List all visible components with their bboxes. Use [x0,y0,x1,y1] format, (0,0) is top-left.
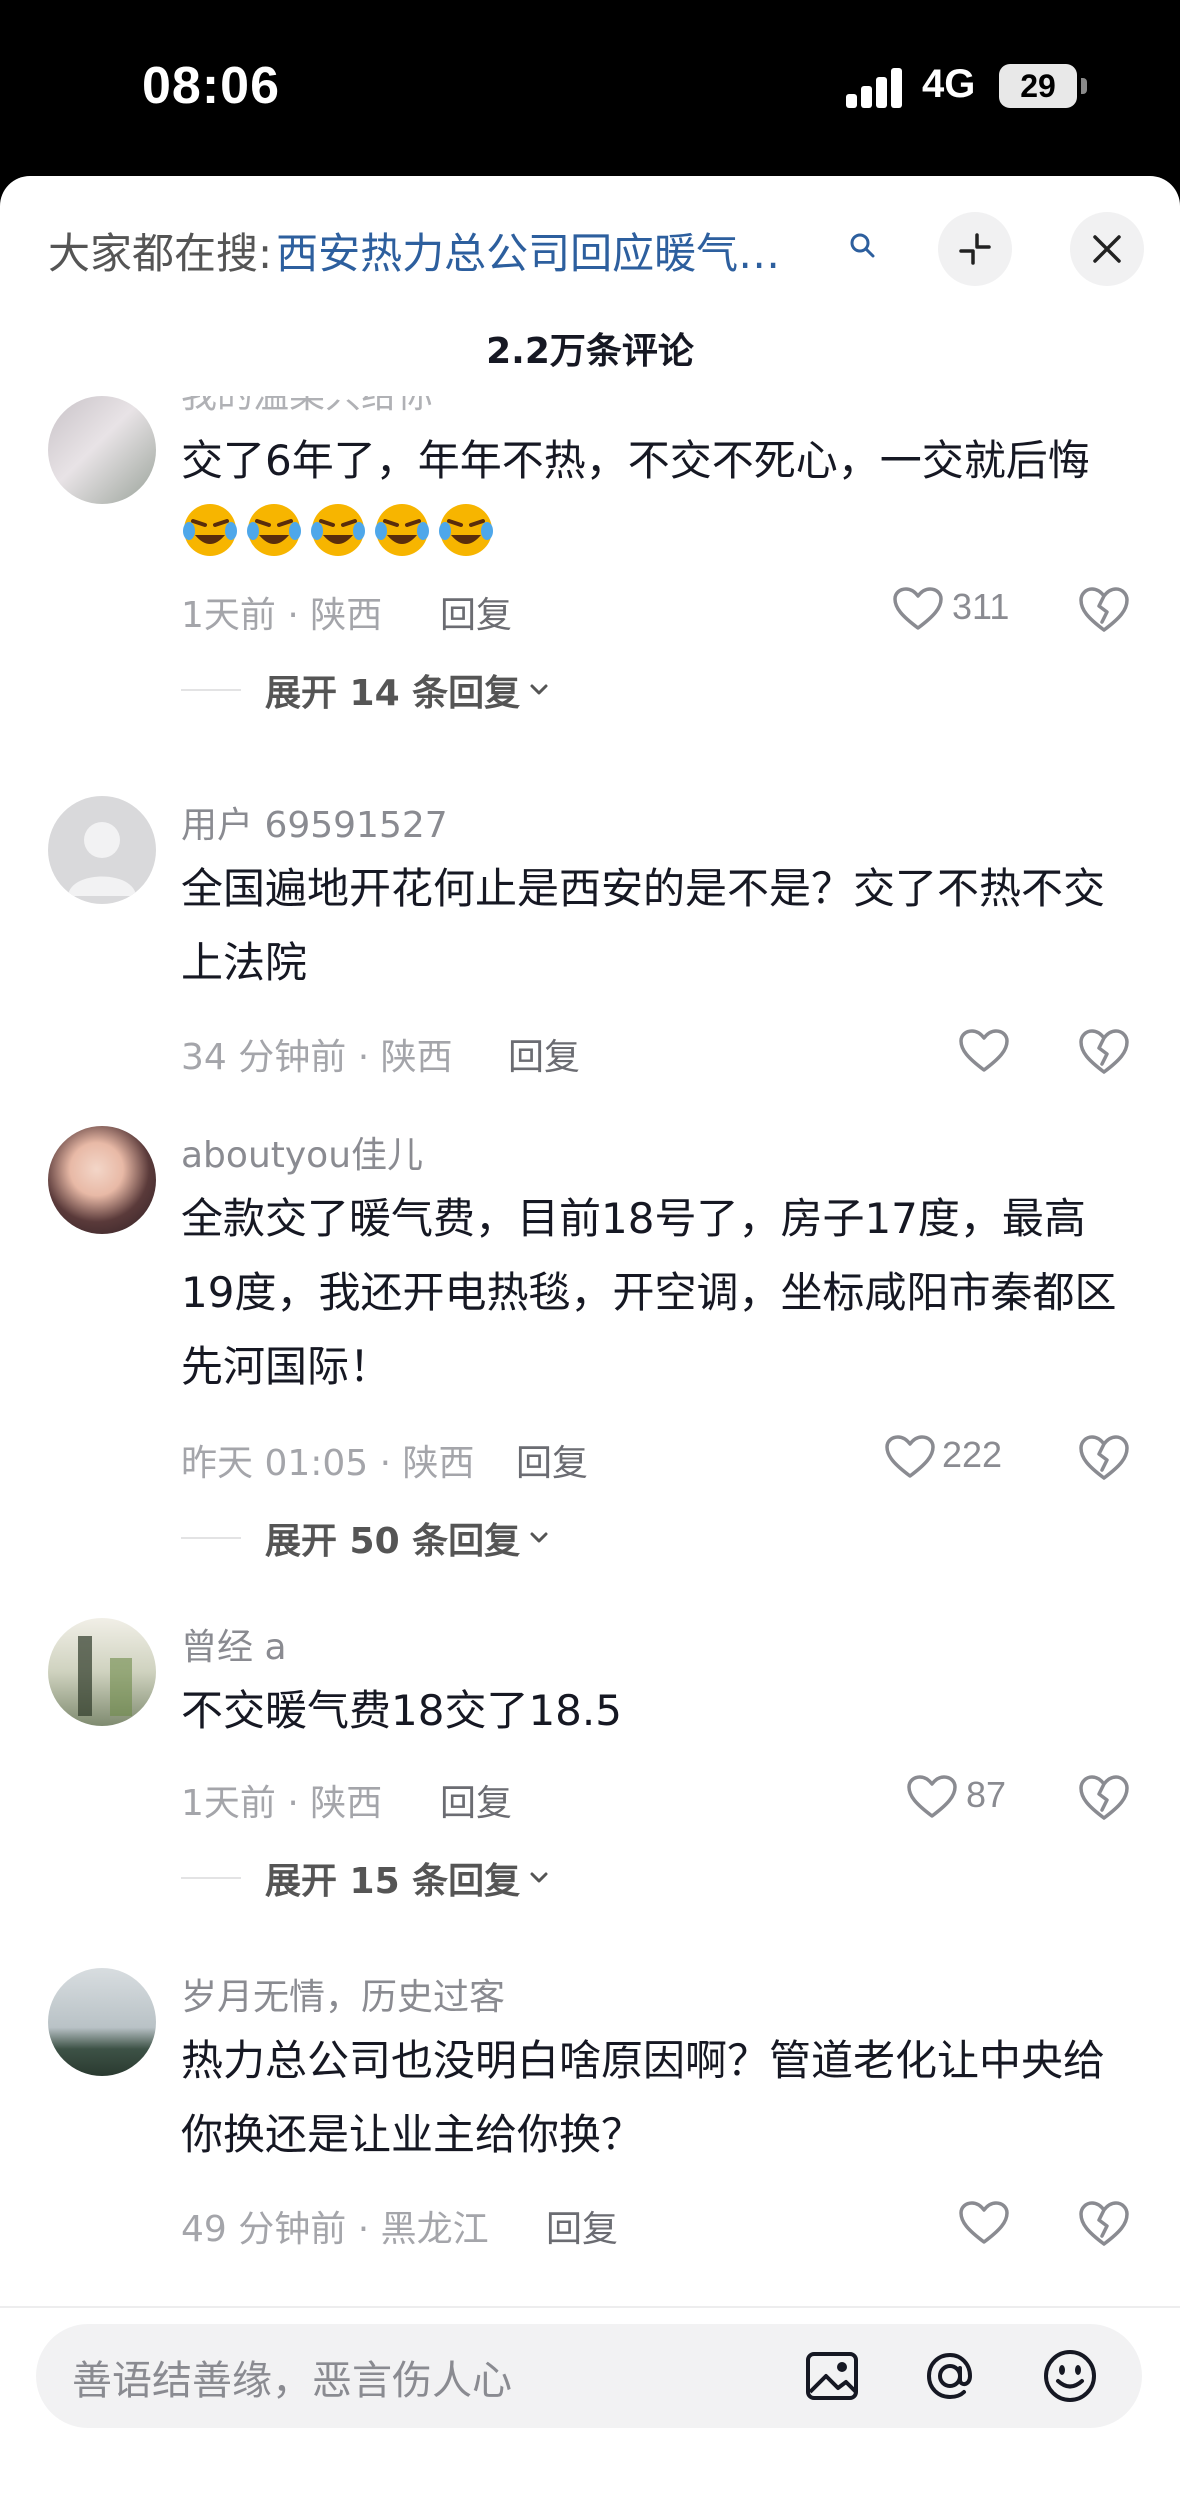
comment-item: 曾经 a 不交暖气费18交了18.5 1天前 · 陕西 回复 87 展开 15 … [0,1618,1180,1968]
crying-laughing-emoji-icon [439,504,493,556]
emoji-row [181,504,501,559]
search-prefix: 大家都在搜: [48,228,273,278]
broken-heart-icon[interactable] [1078,1434,1130,1482]
avatar[interactable] [48,1126,156,1234]
close-button[interactable] [1070,212,1144,286]
expand-replies-label: 展开 14 条回复 [265,673,521,714]
heart-icon[interactable] [958,2200,1010,2246]
expand-replies[interactable]: 展开 50 条回复 [181,1516,552,1562]
comment-input[interactable]: 善语结善缘，恶言伤人心 [36,2324,1142,2428]
reply-button[interactable]: 回复 [516,1434,588,1486]
heart-icon[interactable] [906,1774,958,1820]
comment-username[interactable]: 用户 69591527 [181,796,448,848]
comment-meta: 1天前 · 陕西 [181,595,383,636]
comment-text: 不交暖气费18交了18.5 [181,1686,622,1735]
broken-heart-icon[interactable] [1078,2200,1130,2248]
battery-level: 29 [1020,68,1056,104]
avatar[interactable] [48,396,156,504]
reply-button[interactable]: 回复 [440,586,512,638]
comment-item: 岁月无情，历史过客 热力总公司也没明白啥原因啊？管道老化让中央给你换还是让业主给… [0,1968,1180,2298]
comment-input-bar: 善语结善缘，恶言伤人心 [0,2306,1180,2516]
chevron-down-icon [530,1532,548,1543]
comment-list[interactable]: 我的温柔只给你 交了6年了，年年不热，不交不死心，一交就后悔 1天前 · 陕西 … [0,396,1180,2300]
expand-replies-label: 展开 15 条回复 [265,1861,521,1902]
comment-meta: 1天前 · 陕西 [181,1783,383,1824]
comment-item: aboutyou佳儿 全款交了暖气费，目前18号了，房子17度，最高19度，我还… [0,1126,1180,1616]
avatar[interactable] [48,796,156,904]
reply-button[interactable]: 回复 [546,2200,618,2252]
close-icon [1093,235,1121,263]
reply-button[interactable]: 回复 [440,1774,512,1826]
search-term-link[interactable]: 西安热力总公司回应暖气… [276,220,780,281]
avatar[interactable] [48,1968,156,2076]
crying-laughing-emoji-icon [375,504,429,556]
like-count: 311 [952,586,1010,627]
photo-avatar-icon [78,1636,132,1716]
broken-heart-icon[interactable] [1078,1774,1130,1822]
reply-button[interactable]: 回复 [508,1028,580,1080]
heart-icon[interactable] [958,1028,1010,1074]
comment-item: 用户 69591527 全国遍地开花何止是西安的是不是？交了不热不交上法院 34… [0,796,1180,1126]
minimize-button[interactable] [938,212,1012,286]
comment-text: 热力总公司也没明白啥原因啊？管道老化让中央给你换还是让业主给你换？ [181,2036,1106,2159]
minimize-icon [959,233,991,265]
divider [181,689,241,691]
crying-laughing-emoji-icon [183,504,237,556]
comment-meta: 昨天 01:05 · 陕西 [181,1443,475,1484]
battery-icon: 29 [999,64,1077,108]
expand-replies[interactable]: 展开 15 条回复 [181,1856,552,1902]
at-icon[interactable] [920,2346,980,2406]
crying-laughing-emoji-icon [311,504,365,556]
comment-item: 我的温柔只给你 交了6年了，年年不热，不交不死心，一交就后悔 1天前 · 陕西 … [0,396,1180,796]
status-bar: 08:06 4G 29 [0,0,1180,176]
comment-input-placeholder: 善语结善缘，恶言伤人心 [72,2358,512,2404]
comment-username[interactable]: 曾经 a [181,1618,287,1670]
comment-username[interactable]: 我的温柔只给你 [181,396,433,418]
image-icon[interactable] [802,2346,862,2406]
broken-heart-icon[interactable] [1078,586,1130,634]
status-time: 08:06 [142,57,280,115]
comment-username[interactable]: 岁月无情，历史过客 [181,1968,505,2020]
divider [181,1537,241,1539]
search-icon[interactable] [848,231,876,259]
chevron-down-icon [530,684,548,695]
comment-text-body: 交了6年了，年年不热，不交不死心，一交就后悔 [181,436,1090,485]
crying-laughing-emoji-icon [247,504,301,556]
comment-meta: 34 分钟前 · 陕西 [181,1037,453,1078]
expand-replies-label: 展开 50 条回复 [265,1521,521,1562]
comment-text: 交了6年了，年年不热，不交不死心，一交就后悔 [181,424,1121,572]
like-count: 87 [966,1774,1007,1815]
signal-icon [846,68,904,108]
trending-search[interactable]: 大家都在搜: 西安热力总公司回应暖气… [48,220,780,280]
comment-count-title: 2.2万条评论 [486,331,694,372]
chevron-down-icon [530,1872,548,1883]
default-avatar-icon [68,822,136,896]
heart-icon[interactable] [884,1434,936,1480]
heart-icon[interactable] [892,586,944,632]
comment-sheet: 大家都在搜: 西安热力总公司回应暖气… 2.2万条评论 我的温柔只给你 交了6年… [0,176,1180,2516]
battery-cap [1081,78,1087,94]
comment-meta: 49 分钟前 · 黑龙江 [181,2209,489,2250]
network-type: 4G [922,62,976,106]
expand-replies[interactable]: 展开 14 条回复 [181,668,552,714]
avatar[interactable] [48,1618,156,1726]
smile-icon[interactable] [1040,2346,1100,2406]
broken-heart-icon[interactable] [1078,1028,1130,1076]
like-count: 222 [942,1434,1003,1475]
comment-text: 全国遍地开花何止是西安的是不是？交了不热不交上法院 [181,864,1106,987]
comment-username[interactable]: aboutyou佳儿 [181,1126,423,1178]
comment-text: 全款交了暖气费，目前18号了，房子17度，最高19度，我还开电热毯，开空调，坐标… [181,1194,1117,1391]
divider [181,1877,241,1879]
